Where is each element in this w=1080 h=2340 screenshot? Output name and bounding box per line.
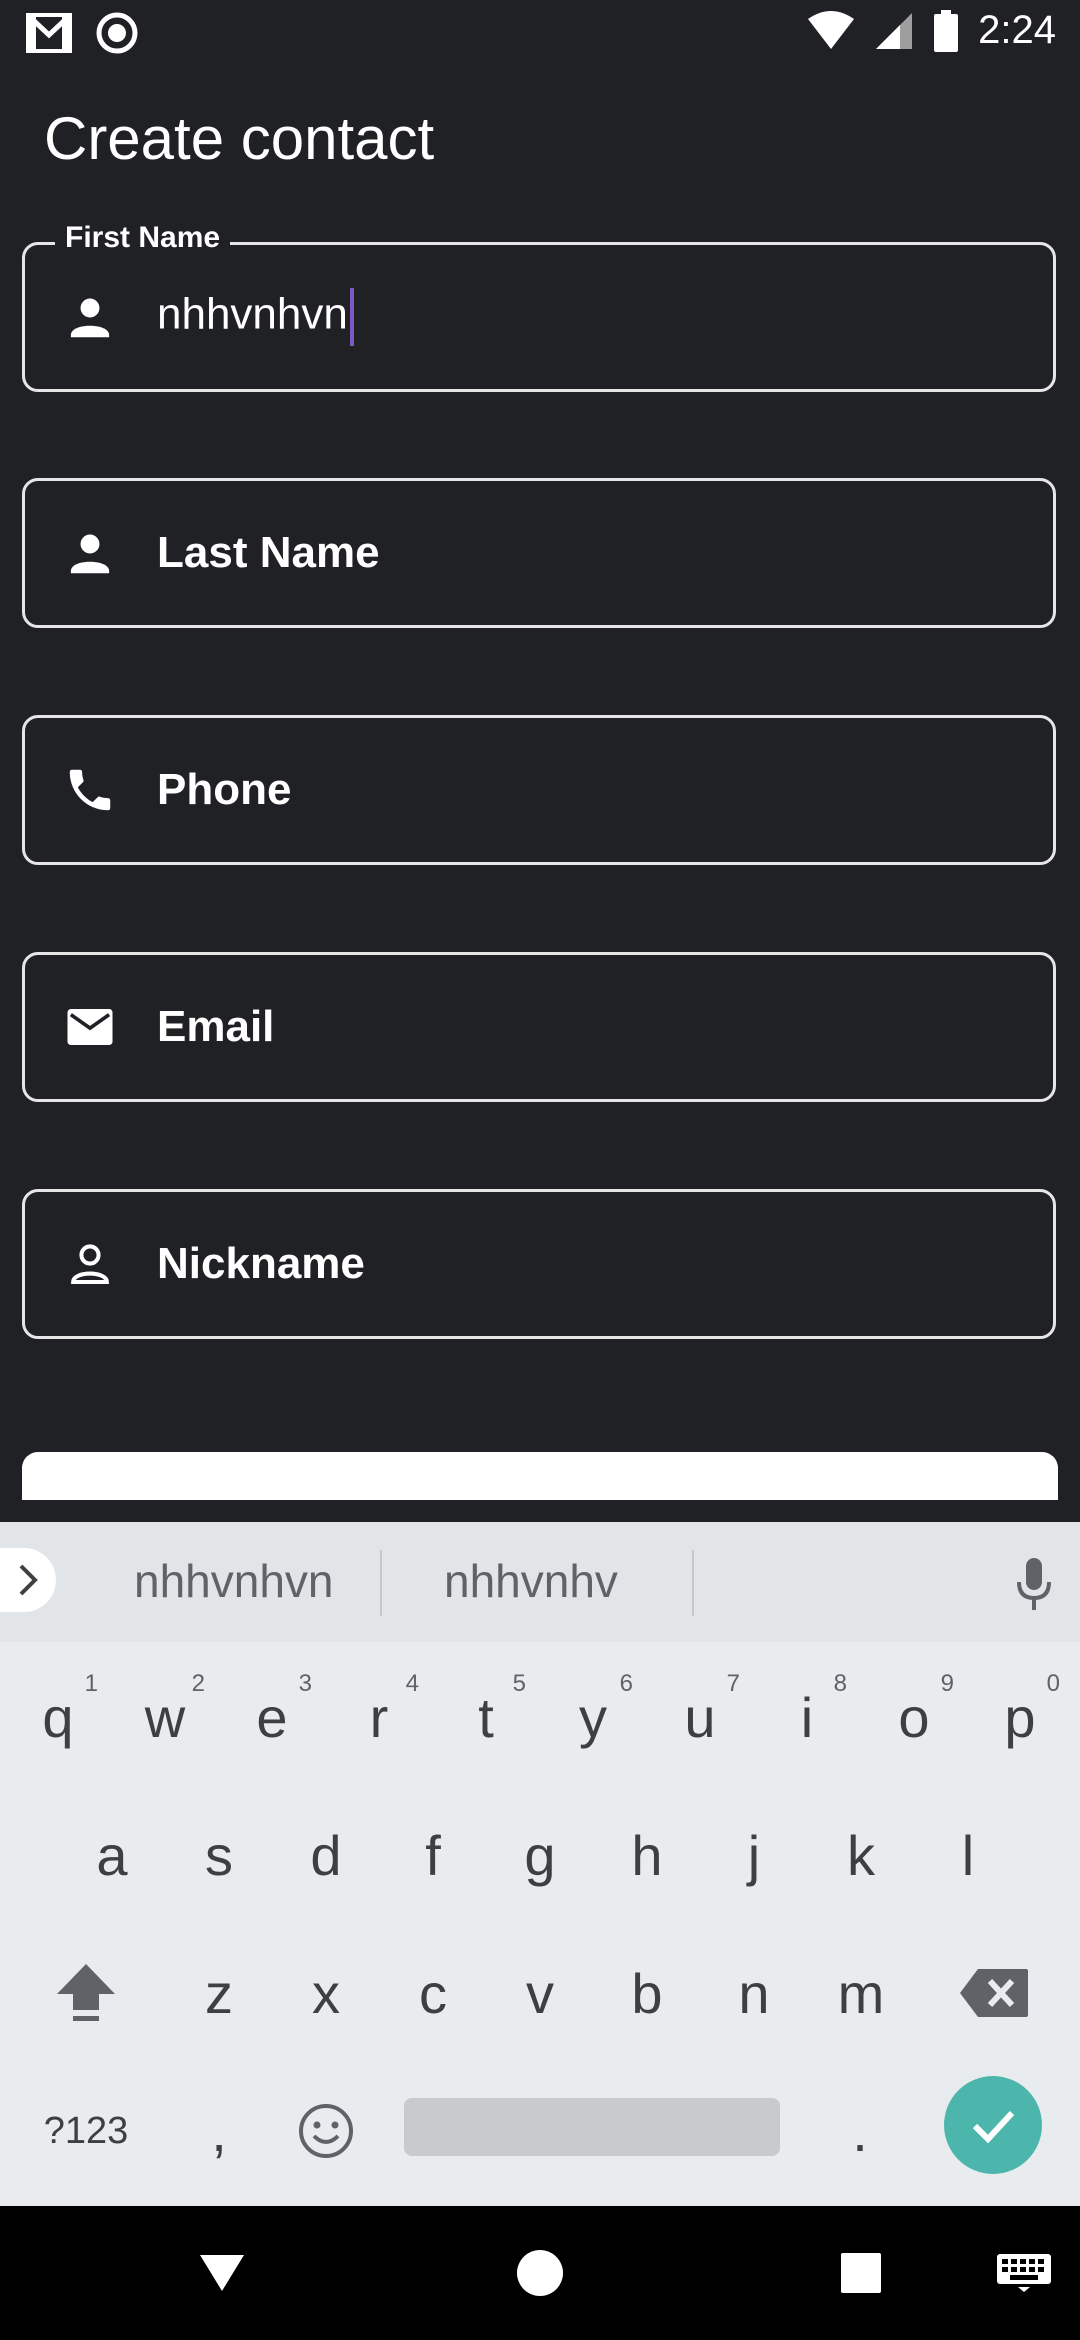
status-bar: 2:24: [0, 0, 1080, 66]
period-key[interactable]: .: [810, 2076, 910, 2186]
person-icon: [70, 298, 110, 338]
first-name-label: First Name: [55, 223, 231, 253]
status-time: 2:24: [978, 8, 1056, 52]
phone-placeholder: Phone: [157, 765, 292, 814]
suggestion-bar: nhhvnhvn nhhvnhv: [0, 1522, 1080, 1642]
key-x[interactable]: x: [276, 1938, 376, 2048]
key-j[interactable]: j: [704, 1800, 804, 1910]
key-p[interactable]: p0: [970, 1662, 1070, 1772]
keyboard-icon: [997, 2254, 1051, 2292]
home-circle-icon: [517, 2250, 563, 2296]
mail-icon: [67, 1009, 113, 1045]
key-h[interactable]: h: [597, 1800, 697, 1910]
first-name-input[interactable]: nhhvnhvn: [157, 288, 354, 346]
key-f[interactable]: f: [383, 1800, 483, 1910]
key-w[interactable]: w2: [115, 1662, 215, 1772]
save-card[interactable]: [22, 1452, 1058, 1500]
last-name-placeholder: Last Name: [157, 528, 380, 577]
last-name-field[interactable]: Last Name: [22, 478, 1056, 628]
suggestion-2[interactable]: nhhvnhv: [444, 1554, 618, 1608]
text-caret: [349, 288, 354, 346]
record-icon: [96, 12, 138, 54]
suggestion-1[interactable]: nhhvnhvn: [134, 1554, 334, 1608]
first-name-field[interactable]: First Name nhhvnhvn: [22, 223, 1056, 392]
first-name-value: nhhvnhvn: [157, 289, 348, 339]
person-icon: [70, 534, 110, 574]
emoji-icon: [299, 2104, 353, 2158]
key-i[interactable]: i8: [757, 1662, 857, 1772]
keyboard-switch-button[interactable]: [994, 2206, 1054, 2340]
key-o[interactable]: o9: [864, 1662, 964, 1772]
key-r[interactable]: r4: [329, 1662, 429, 1772]
check-icon: [972, 2110, 1015, 2144]
home-button[interactable]: [508, 2206, 572, 2340]
mic-icon[interactable]: [1014, 1556, 1054, 1612]
navigation-bar: [0, 2206, 1080, 2340]
space-key[interactable]: [404, 2098, 780, 2156]
symbols-key[interactable]: ?123: [36, 2076, 136, 2186]
phone-field[interactable]: Phone: [22, 715, 1056, 865]
key-u[interactable]: u7: [650, 1662, 750, 1772]
recents-button[interactable]: [836, 2206, 886, 2340]
suggestion-divider: [380, 1550, 382, 1616]
wifi-icon: [808, 10, 855, 49]
chevron-right-icon[interactable]: [0, 1548, 56, 1612]
comma-key[interactable]: ,: [169, 2076, 269, 2186]
backspace-key[interactable]: [944, 1938, 1044, 2048]
shift-key[interactable]: [36, 1938, 136, 2048]
key-q[interactable]: q1: [8, 1662, 108, 1772]
key-l[interactable]: l: [918, 1800, 1018, 1910]
page-title: Create contact: [44, 105, 435, 172]
recents-square-icon: [841, 2253, 881, 2293]
back-triangle-icon: [200, 2255, 244, 2291]
email-placeholder: Email: [157, 1002, 275, 1051]
key-k[interactable]: k: [811, 1800, 911, 1910]
nickname-field[interactable]: Nickname: [22, 1189, 1056, 1339]
person-outline-icon: [71, 1244, 109, 1285]
key-g[interactable]: g: [490, 1800, 590, 1910]
key-t[interactable]: t5: [436, 1662, 536, 1772]
back-button[interactable]: [190, 2206, 254, 2340]
done-key[interactable]: [944, 2076, 1042, 2174]
key-y[interactable]: y6: [543, 1662, 643, 1772]
suggestion-divider: [692, 1550, 694, 1616]
backspace-icon: [960, 1969, 1028, 2017]
key-s[interactable]: s: [169, 1800, 269, 1910]
key-a[interactable]: a: [62, 1800, 162, 1910]
key-z[interactable]: z: [169, 1938, 269, 2048]
key-c[interactable]: c: [383, 1938, 483, 2048]
key-b[interactable]: b: [597, 1938, 697, 2048]
signal-icon: [876, 12, 913, 49]
battery-icon: [934, 9, 959, 52]
shift-icon: [57, 1964, 115, 2021]
email-field[interactable]: Email: [22, 952, 1056, 1102]
key-e[interactable]: e3: [222, 1662, 322, 1772]
key-d[interactable]: d: [276, 1800, 376, 1910]
key-n[interactable]: n: [704, 1938, 804, 2048]
nickname-placeholder: Nickname: [157, 1239, 365, 1288]
phone-icon: [69, 769, 111, 811]
emoji-key[interactable]: [276, 2076, 376, 2186]
key-v[interactable]: v: [490, 1938, 590, 2048]
gmail-icon: [26, 13, 72, 53]
key-m[interactable]: m: [811, 1938, 911, 2048]
